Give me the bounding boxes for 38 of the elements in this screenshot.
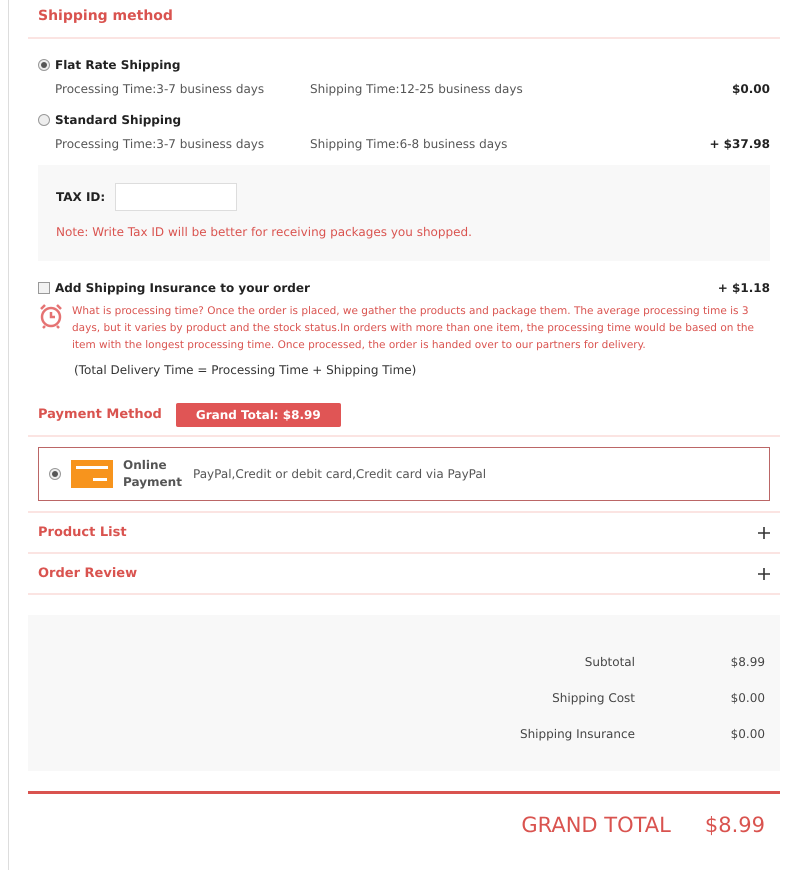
summary-value: $8.99: [730, 654, 765, 671]
summary-label: Subtotal: [584, 654, 635, 671]
section-title[interactable]: Order Review: [38, 564, 138, 584]
tax-label: TAX ID:: [56, 189, 106, 206]
processing-time: Processing Time:3-7 business days: [55, 136, 266, 153]
payment-name: Online Payment: [123, 457, 183, 491]
grand-total-value: $8.99: [704, 812, 765, 839]
processing-time: Processing Time:3-7 business days: [55, 81, 266, 98]
section-title[interactable]: Product List: [38, 522, 127, 542]
delivery-formula: (Total Delivery Time = Processing Time + Shipping Time): [74, 362, 416, 379]
summary-value: $0.00: [730, 690, 765, 707]
summary-label: Shipping Insurance: [520, 726, 635, 743]
radio-button[interactable]: [38, 114, 50, 126]
summary-label: Shipping Cost: [552, 690, 635, 707]
option-label: Flat Rate Shipping: [55, 57, 180, 74]
summary-value: $0.00: [730, 726, 765, 743]
credit-card-icon: [71, 460, 113, 488]
shipping-time: Shipping Time:12-25 business days: [310, 81, 524, 98]
insurance-label: Add Shipping Insurance to your order: [55, 280, 311, 297]
radio-button[interactable]: [49, 468, 61, 480]
radio-button[interactable]: [38, 59, 50, 71]
grand-total-label: GRAND TOTAL: [521, 812, 671, 839]
processing-info: What is processing time? Once the order is placed, we gather the products and package them. The average processing time is 3 days, but it varies by product and the stock status.In orders with more than one item, the processing time would be based on the item with the longest processing time. Once processed, the order is handed over to our partners for delivery.: [72, 304, 755, 353]
shipping-price: $0.00: [732, 81, 770, 98]
section-title: Payment Method: [38, 406, 162, 424]
section-title: Shipping method: [38, 8, 173, 24]
checkbox[interactable]: [38, 282, 50, 294]
option-label: Standard Shipping: [55, 112, 182, 129]
shipping-time: Shipping Time:6-8 business days: [310, 136, 508, 153]
payment-description: PayPal,Credit or debit card,Credit card via PayPal: [193, 466, 486, 483]
plus-icon[interactable]: [758, 568, 770, 580]
tax-id-field[interactable]: [115, 183, 238, 211]
tax-note: Note: Write Tax ID will be better for receiving packages you shopped.: [56, 224, 473, 241]
shipping-price: + $37.98: [709, 136, 770, 153]
grand-total-badge: Grand Total: $8.99: [176, 403, 341, 427]
alarm-clock-icon: [38, 303, 64, 329]
insurance-price: + $1.18: [718, 280, 770, 297]
plus-icon[interactable]: [758, 526, 770, 538]
